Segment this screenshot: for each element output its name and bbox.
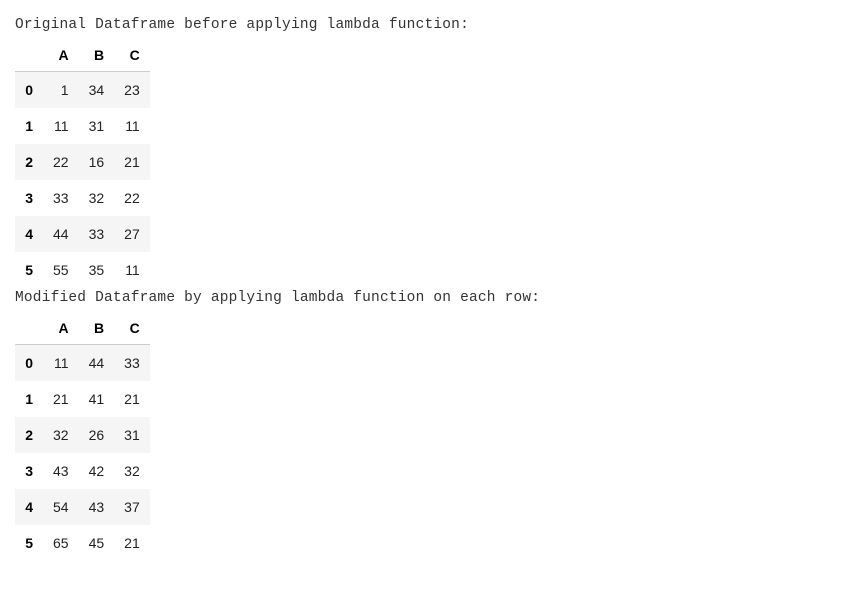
table-corner	[15, 310, 43, 345]
cell: 35	[79, 252, 115, 288]
col-header: C	[114, 37, 150, 72]
cell: 33	[114, 345, 150, 382]
table-row: 3 33 32 22	[15, 180, 150, 216]
cell: 43	[79, 489, 115, 525]
cell: 37	[114, 489, 150, 525]
table-row: 0 11 44 33	[15, 345, 150, 382]
col-header: B	[79, 37, 115, 72]
table-row: 2 32 26 31	[15, 417, 150, 453]
cell: 21	[114, 525, 150, 561]
table-row: 3 43 42 32	[15, 453, 150, 489]
table-row: 4 54 43 37	[15, 489, 150, 525]
row-index: 0	[15, 72, 43, 109]
cell: 65	[43, 525, 79, 561]
table-modified: A B C 0 11 44 33 1 21 41 21 2 32 26 31 3…	[15, 310, 150, 561]
cell: 26	[79, 417, 115, 453]
cell: 44	[79, 345, 115, 382]
row-index: 4	[15, 489, 43, 525]
cell: 11	[43, 345, 79, 382]
cell: 11	[114, 108, 150, 144]
row-index: 0	[15, 345, 43, 382]
row-index: 1	[15, 381, 43, 417]
col-header: C	[114, 310, 150, 345]
cell: 44	[43, 216, 79, 252]
cell: 23	[114, 72, 150, 109]
cell: 43	[43, 453, 79, 489]
cell: 32	[79, 180, 115, 216]
cell: 22	[43, 144, 79, 180]
cell: 45	[79, 525, 115, 561]
row-index: 5	[15, 252, 43, 288]
row-index: 3	[15, 180, 43, 216]
cell: 32	[43, 417, 79, 453]
table-corner	[15, 37, 43, 72]
table-row: 5 55 35 11	[15, 252, 150, 288]
cell: 33	[79, 216, 115, 252]
row-index: 2	[15, 417, 43, 453]
cell: 21	[43, 381, 79, 417]
cell: 32	[114, 453, 150, 489]
table-row: 2 22 16 21	[15, 144, 150, 180]
cell: 16	[79, 144, 115, 180]
table-row: 4 44 33 27	[15, 216, 150, 252]
row-index: 2	[15, 144, 43, 180]
cell: 31	[114, 417, 150, 453]
table-original: A B C 0 1 34 23 1 11 31 11 2 22 16 21 3 …	[15, 37, 150, 288]
cell: 27	[114, 216, 150, 252]
cell: 11	[114, 252, 150, 288]
table-row: 1 21 41 21	[15, 381, 150, 417]
cell: 21	[114, 144, 150, 180]
col-header: A	[43, 37, 79, 72]
cell: 54	[43, 489, 79, 525]
col-header: A	[43, 310, 79, 345]
cell: 21	[114, 381, 150, 417]
row-index: 4	[15, 216, 43, 252]
row-index: 1	[15, 108, 43, 144]
row-index: 5	[15, 525, 43, 561]
cell: 31	[79, 108, 115, 144]
cell: 41	[79, 381, 115, 417]
cell: 55	[43, 252, 79, 288]
table-row: 0 1 34 23	[15, 72, 150, 109]
table-row: 5 65 45 21	[15, 525, 150, 561]
row-index: 3	[15, 453, 43, 489]
caption-modified: Modified Dataframe by applying lambda fu…	[15, 290, 827, 306]
cell: 22	[114, 180, 150, 216]
table-row: 1 11 31 11	[15, 108, 150, 144]
caption-original: Original Dataframe before applying lambd…	[15, 17, 827, 33]
cell: 42	[79, 453, 115, 489]
col-header: B	[79, 310, 115, 345]
cell: 34	[79, 72, 115, 109]
cell: 33	[43, 180, 79, 216]
cell: 11	[43, 108, 79, 144]
cell: 1	[43, 72, 79, 109]
